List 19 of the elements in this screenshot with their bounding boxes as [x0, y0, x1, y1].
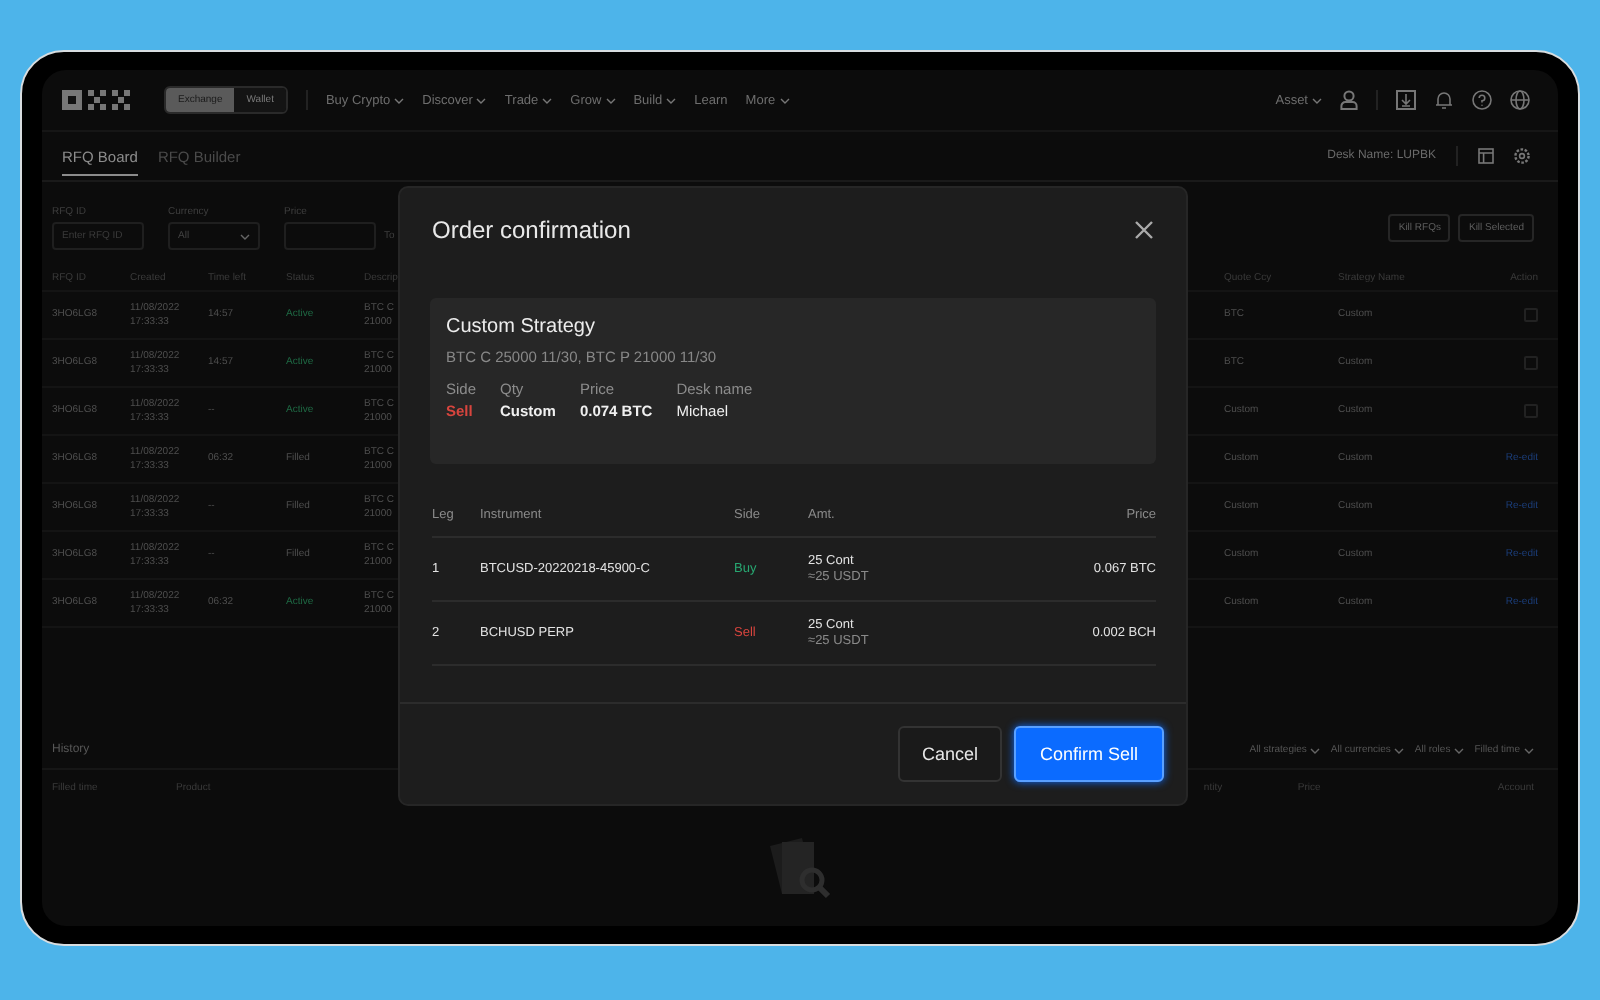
dialog-button[interactable]: Confirm Sell — [1013, 726, 1164, 782]
caret-icon — [1312, 97, 1322, 103]
user-icon[interactable] — [1340, 90, 1358, 110]
caret-icon — [1394, 747, 1405, 753]
download-icon[interactable] — [1396, 90, 1416, 110]
caret-icon — [1454, 747, 1465, 753]
caret-icon — [1524, 747, 1534, 753]
dialog-button[interactable]: Cancel — [897, 726, 1002, 782]
layout-icon[interactable] — [1478, 148, 1494, 164]
logo-icon — [62, 90, 134, 110]
close-icon[interactable] — [1134, 220, 1154, 240]
caret-icon — [1310, 747, 1321, 753]
globe-icon[interactable] — [1510, 90, 1530, 110]
strategy-title: Custom Strategy — [446, 316, 597, 338]
help-icon[interactable] — [1472, 90, 1492, 110]
dialog-title: Order confirmation — [432, 216, 631, 244]
bell-icon[interactable] — [1434, 90, 1454, 110]
caret-icon — [240, 233, 250, 239]
settings-icon[interactable] — [1514, 148, 1530, 164]
